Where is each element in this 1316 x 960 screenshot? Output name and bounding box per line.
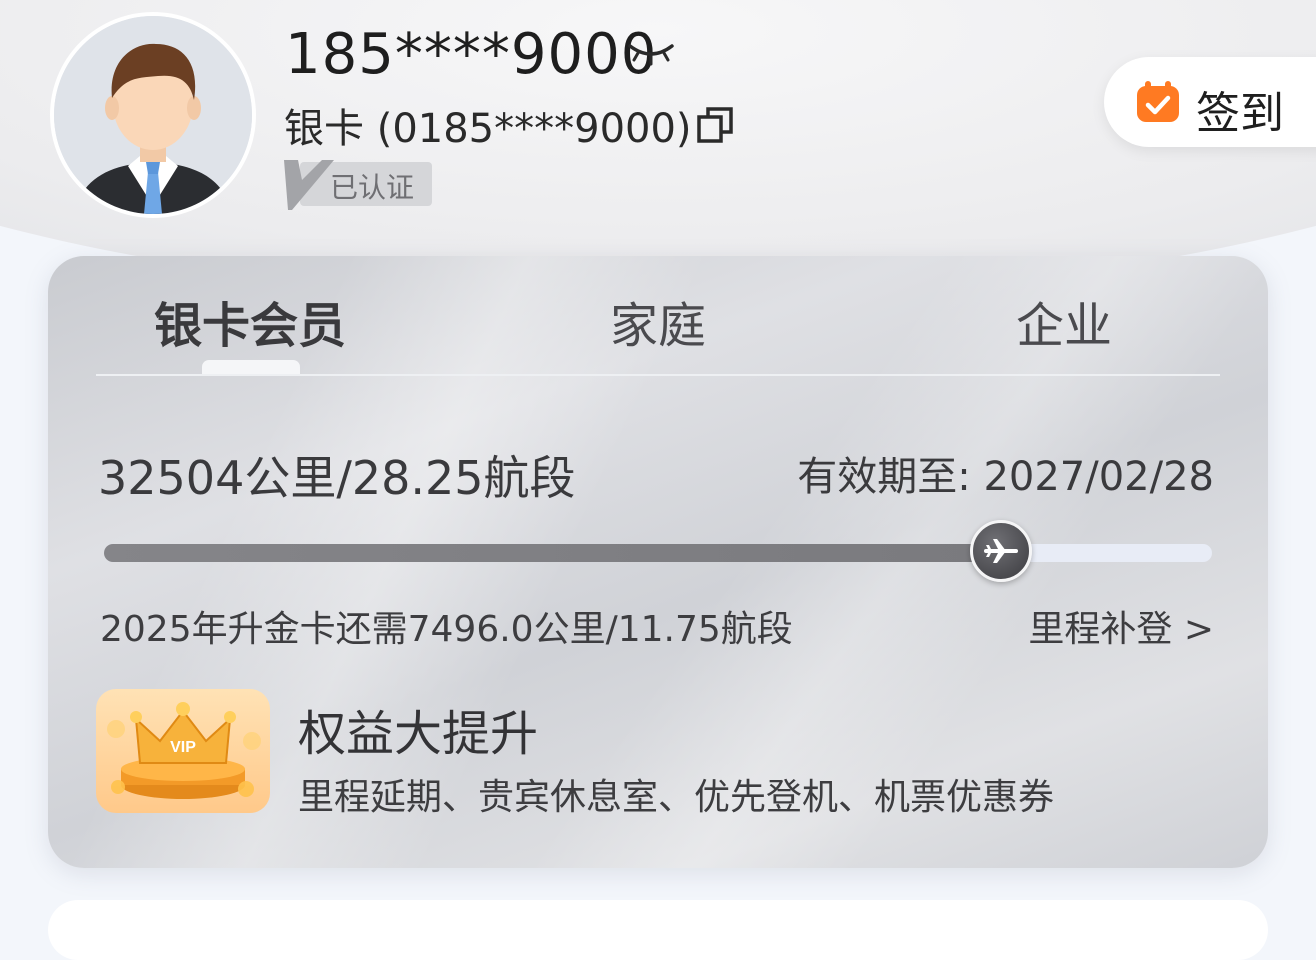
mileage-supplement-link[interactable]: 里程补登 > <box>1028 600 1214 652</box>
signin-label: 签到 <box>1196 88 1284 139</box>
tab-silver-member[interactable]: 银卡会员 <box>154 286 346 356</box>
vip-crown-icon[interactable]: VIP <box>96 689 270 813</box>
upgrade-progress-bar <box>104 520 1212 582</box>
benefit-title[interactable]: 权益大提升 <box>298 694 538 764</box>
signin-button[interactable]: 签到 <box>1104 57 1316 147</box>
upgrade-requirement: 2025年升金卡还需7496.0公里/11.75航段 <box>100 609 793 650</box>
membership-card-number: 银卡 (0185****9000) <box>284 106 692 152</box>
copy-icon[interactable] <box>696 106 734 144</box>
member-card: 银卡会员 家庭 企业 32504公里/28.25航段 有效期至: 2027/02… <box>48 256 1268 868</box>
verified-badge: 已认证 <box>282 158 432 210</box>
airplane-icon <box>984 539 1019 563</box>
phone-number: 185****9000 <box>285 22 658 87</box>
validity-date: 有效期至: 2027/02/28 <box>797 454 1214 500</box>
vip-crown-illustration: VIP <box>107 702 261 799</box>
tab-enterprise[interactable]: 企业 <box>1016 286 1112 356</box>
next-section-card <box>48 900 1268 960</box>
avatar[interactable] <box>50 12 256 218</box>
verified-label: 已认证 <box>330 171 415 204</box>
tab-family[interactable]: 家庭 <box>610 286 706 356</box>
user-avatar-icon <box>54 16 252 214</box>
eye-closed-icon[interactable] <box>626 40 676 66</box>
benefit-subtitle: 里程延期、贵宾休息室、优先登机、机票优惠券 <box>298 777 1055 818</box>
progress-fill <box>104 544 1002 562</box>
calendar-check-icon <box>1137 81 1179 122</box>
tab-divider <box>96 374 1220 376</box>
vip-badge-text: VIP <box>170 739 196 756</box>
mileage-summary: 32504公里/28.25航段 <box>98 451 576 505</box>
active-tab-indicator <box>202 360 300 374</box>
